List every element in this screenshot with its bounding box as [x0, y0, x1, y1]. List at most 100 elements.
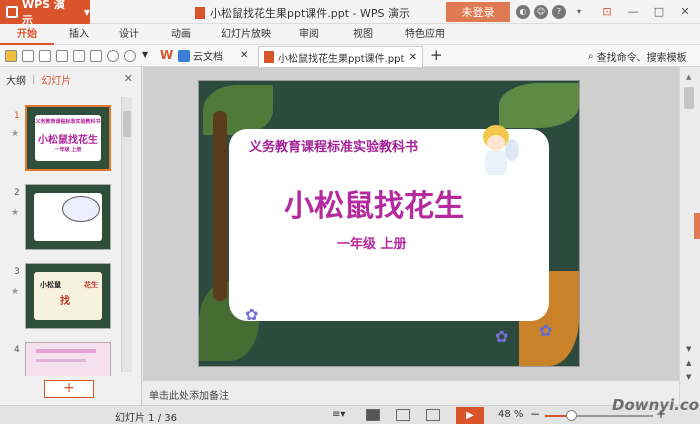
- title-bar: WPS 演示 ▼ 小松鼠找花生果ppt课件.ppt - WPS 演示 未登录 ◐…: [0, 0, 700, 27]
- minimize-icon[interactable]: —: [624, 3, 642, 21]
- flower-icon: ✿: [495, 327, 509, 346]
- skin-icon[interactable]: ◐: [516, 5, 530, 19]
- slide-title-text[interactable]: 小松鼠找花生: [284, 181, 524, 225]
- slide-thumbnail-3[interactable]: 小松鼠 找 花生: [25, 263, 111, 329]
- thumb-grade: 一年级 上册: [54, 147, 82, 153]
- thumb-background: [34, 193, 102, 241]
- side-panel-toggle[interactable]: [694, 213, 700, 239]
- ppt-file-icon: [264, 51, 274, 63]
- slide-number: 2: [14, 188, 20, 198]
- wps-logo-icon: [6, 6, 18, 18]
- normal-view-icon[interactable]: [366, 409, 380, 421]
- slide-number: 4: [14, 345, 20, 355]
- open-folder-icon[interactable]: [5, 50, 17, 62]
- scroll-handle[interactable]: [123, 111, 131, 137]
- quick-access-toolbar: ▼ W 云文档 ✕ 小松鼠找花生果ppt课件.ppt ✕ + ⌕ 查找命令、搜索…: [0, 45, 700, 67]
- reading-view-icon[interactable]: [426, 409, 440, 421]
- speech-bubble-shape: [62, 196, 100, 222]
- align-menu-icon[interactable]: ≡▾: [332, 409, 346, 421]
- slide-number: 1: [14, 111, 20, 121]
- tab-divider: |: [32, 73, 36, 85]
- animation-star-icon: ★: [11, 129, 20, 139]
- notes-area[interactable]: 单击此处添加备注: [143, 380, 679, 405]
- panel-tabs: 大纲 | 幻灯片: [0, 67, 142, 91]
- status-bar: 幻灯片 1 / 36 ≡▾ ▶ 48 % − +: [0, 405, 700, 424]
- flower-icon: ✿: [245, 305, 259, 324]
- document-title-text: 小松鼠找花生果ppt课件.ppt - WPS 演示: [210, 7, 411, 20]
- thumb-word: 找: [60, 296, 70, 307]
- add-slide-button[interactable]: +: [44, 380, 94, 398]
- animation-star-icon: ★: [11, 208, 20, 218]
- new-tab-icon[interactable]: +: [430, 46, 443, 64]
- save-icon[interactable]: [22, 50, 34, 62]
- export-pdf-icon[interactable]: [39, 50, 51, 62]
- slide-grade-text[interactable]: 一年级 上册: [337, 233, 447, 252]
- scroll-up-icon[interactable]: ▲: [686, 73, 691, 81]
- chevron-down-icon: ▼: [83, 7, 90, 17]
- help-icon[interactable]: ?: [552, 5, 566, 19]
- tab-outline[interactable]: 大纲: [6, 72, 26, 87]
- close-icon[interactable]: ✕: [240, 50, 248, 61]
- thumbnail-scrollbar[interactable]: [121, 97, 132, 372]
- tab-review[interactable]: 审阅: [284, 24, 334, 45]
- minimize-to-tray-icon[interactable]: ⊡: [598, 3, 616, 21]
- tab-design[interactable]: 设计: [104, 24, 154, 45]
- command-search[interactable]: ⌕ 查找命令、搜索模板: [588, 49, 687, 64]
- search-icon: ⌕: [588, 51, 594, 62]
- zoom-slider-knob[interactable]: [566, 410, 577, 421]
- tab-view[interactable]: 视图: [334, 24, 392, 45]
- cloud-docs-button[interactable]: 云文档 ✕: [178, 48, 248, 63]
- slide-sorter-icon[interactable]: [396, 409, 410, 421]
- zoom-value: 48 %: [498, 409, 524, 420]
- tree-trunk-decoration: [213, 111, 227, 301]
- thumb-word: 小松鼠: [40, 281, 61, 289]
- slide-scrollbar[interactable]: ▲ ▼ ▲ ▼: [679, 67, 700, 405]
- document-tab[interactable]: 小松鼠找花生果ppt课件.ppt ✕: [258, 46, 423, 67]
- current-slide[interactable]: 义务教育课程标准实验教科书 小松鼠找花生 一年级 上册 ✿ ✿ ✿: [198, 80, 580, 367]
- animation-star-icon: ★: [11, 287, 20, 297]
- print-preview-icon[interactable]: [73, 50, 85, 62]
- next-slide-icon[interactable]: ▼: [686, 373, 691, 381]
- zoom-out-button[interactable]: −: [530, 407, 540, 421]
- scroll-down-icon[interactable]: ▼: [686, 345, 691, 353]
- menu-icon[interactable]: ▾: [572, 5, 586, 19]
- tab-animation[interactable]: 动画: [154, 24, 208, 45]
- foliage-decoration: [499, 83, 579, 128]
- slide-thumbnail-1[interactable]: 义务教育课程标准实验教科书 小松鼠找花生 一年级 上册: [25, 105, 111, 171]
- thumb-title: 小松鼠找花生: [38, 135, 98, 146]
- app-menu-button[interactable]: WPS 演示 ▼: [0, 0, 90, 27]
- zoom-slider[interactable]: [545, 410, 653, 421]
- maximize-icon[interactable]: □: [650, 3, 668, 21]
- ribbon-menu-bar: 开始 插入 设计 动画 幻灯片放映 审阅 视图 特色应用: [0, 24, 700, 45]
- thumb-background: 小松鼠 找 花生: [34, 272, 102, 320]
- command-search-label: 查找命令、搜索模板: [596, 53, 687, 64]
- close-icon[interactable]: ✕: [409, 52, 417, 63]
- print-icon[interactable]: [56, 50, 68, 62]
- tab-slides[interactable]: 幻灯片: [41, 72, 71, 87]
- previous-slide-icon[interactable]: ▲: [686, 359, 691, 367]
- format-painter-icon[interactable]: [90, 50, 102, 62]
- close-icon[interactable]: ✕: [124, 72, 133, 85]
- slide-number: 3: [14, 267, 20, 277]
- customize-dropdown-icon[interactable]: ▼: [142, 50, 148, 59]
- document-tab-label: 小松鼠找花生果ppt课件.ppt: [278, 53, 405, 65]
- slide-thumbnail-2[interactable]: [25, 184, 111, 250]
- tab-slideshow[interactable]: 幻灯片放映: [208, 24, 284, 45]
- tab-insert[interactable]: 插入: [54, 24, 104, 45]
- feedback-icon[interactable]: ☺: [534, 5, 548, 19]
- ppt-file-icon: [195, 7, 205, 19]
- wps-w-icon[interactable]: W: [160, 48, 173, 62]
- slide-subject-text[interactable]: 义务教育课程标准实验教科书: [249, 136, 489, 155]
- tab-home[interactable]: 开始: [0, 24, 54, 45]
- wps-presentation-window: WPS 演示 ▼ 小松鼠找花生果ppt课件.ppt - WPS 演示 未登录 ◐…: [0, 0, 700, 424]
- play-slideshow-button[interactable]: ▶: [456, 407, 484, 424]
- slides-panel: 大纲 | 幻灯片 ✕ 1 ★ 义务教育课程标准实验教科书 小松鼠找花生 一年级 …: [0, 67, 142, 405]
- tab-features[interactable]: 特色应用: [392, 24, 458, 45]
- slide-thumbnail-4[interactable]: [25, 342, 111, 376]
- scroll-handle[interactable]: [684, 87, 694, 109]
- play-icon: ▶: [466, 410, 474, 421]
- login-button[interactable]: 未登录: [446, 2, 510, 22]
- redo-icon[interactable]: [124, 50, 136, 62]
- close-icon[interactable]: ✕: [676, 3, 694, 21]
- undo-icon[interactable]: [107, 50, 119, 62]
